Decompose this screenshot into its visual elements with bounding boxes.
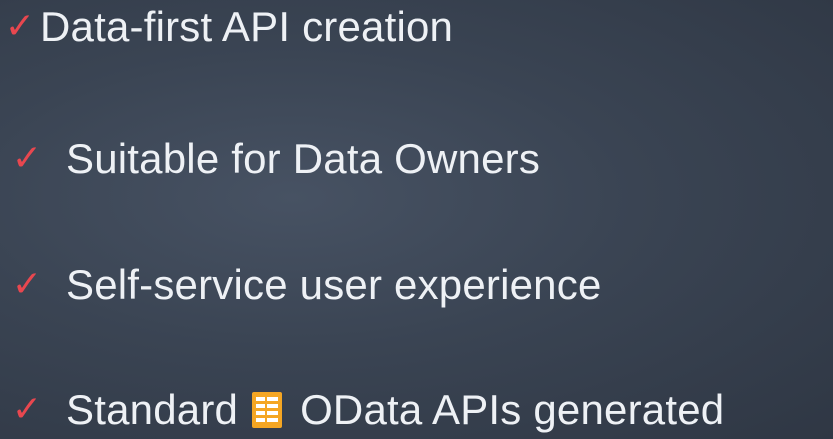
bullet-item: ✓ Data-first API creation <box>0 6 453 48</box>
slide: ✓ Data-first API creation ✓ Suitable for… <box>0 0 833 439</box>
bullet-item: ✓ Standard OData APIs generated <box>0 389 724 431</box>
odata-logo-icon <box>252 392 283 428</box>
bullet-item: ✓ Self-service user experience <box>0 264 602 306</box>
bullet-text: Data-first API creation <box>40 3 454 50</box>
checkmark-icon: ✓ <box>11 389 43 430</box>
checkmark-icon: ✓ <box>4 6 36 47</box>
bullet-text-after: OData APIs generated <box>300 386 725 433</box>
bullet-item: ✓ Suitable for Data Owners <box>0 138 540 180</box>
bullet-text-before: Standard <box>66 386 239 433</box>
bullet-text: Suitable for Data Owners <box>66 135 541 182</box>
bullet-text: Self-service user experience <box>66 261 602 308</box>
checkmark-icon: ✓ <box>11 264 43 305</box>
checkmark-icon: ✓ <box>11 138 43 179</box>
bullet-content: Standard OData APIs generated <box>66 389 724 431</box>
